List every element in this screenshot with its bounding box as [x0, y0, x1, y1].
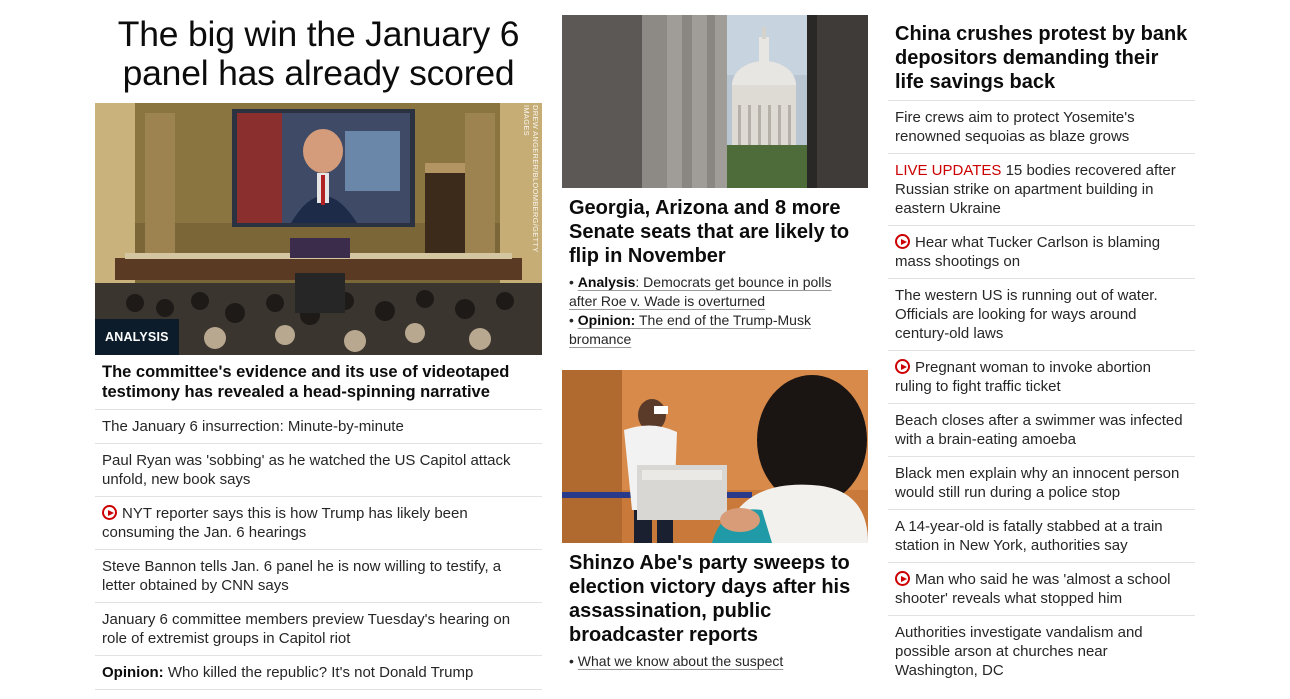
list-item[interactable]: LIVE UPDATES 15 bodies recovered after R…	[888, 154, 1195, 226]
opinion-prefix: Opinion:	[577, 312, 636, 328]
senate-related-links: • Analysis: Democrats get bounce in poll…	[562, 270, 868, 349]
bullet: •	[569, 274, 574, 290]
list-item[interactable]: Steve Bannon tells Jan. 6 panel he is no…	[95, 550, 542, 603]
related-link-text: What we know about the suspect	[577, 653, 784, 669]
hero-image[interactable]: DREW ANGERER/BLOOMBERG/GETTY IMAGES ANAL…	[95, 103, 542, 355]
senate-card: Georgia, Arizona and 8 more Senate seats…	[562, 0, 868, 349]
live-updates-label: LIVE UPDATES	[895, 162, 1002, 179]
right-column: China crushes protest by bank depositors…	[888, 0, 1195, 687]
list-item-text: Black men explain why an innocent person…	[895, 465, 1180, 501]
list-item-text: NYT reporter says this is how Trump has …	[102, 505, 468, 541]
play-circle-icon	[102, 505, 117, 520]
list-item[interactable]: A 14-year-old is fatally stabbed at a tr…	[888, 510, 1195, 563]
play-circle-icon	[895, 234, 910, 249]
list-item-text: Paul Ryan was 'sobbing' as he watched th…	[102, 452, 511, 488]
senate-headline[interactable]: Georgia, Arizona and 8 more Senate seats…	[562, 188, 868, 270]
list-item[interactable]: The January 6 insurrection: Minute-by-mi…	[95, 410, 542, 444]
list-item[interactable]: Authorities investigate vandalism and po…	[888, 616, 1195, 687]
list-item-text: The western US is running out of water. …	[895, 287, 1158, 342]
abe-headline[interactable]: Shinzo Abe's party sweeps to election vi…	[562, 543, 868, 649]
list-item-text: Who killed the republic? It's not Donald…	[167, 664, 474, 681]
list-item-text: The January 6 insurrection: Minute-by-mi…	[102, 418, 404, 435]
play-circle-icon	[895, 571, 910, 586]
list-item-text: A 14-year-old is fatally stabbed at a tr…	[895, 518, 1163, 554]
lead-story-column: The big win the January 6 panel has alre…	[95, 0, 542, 690]
bullet: •	[569, 653, 574, 669]
list-item-text: Authorities investigate vandalism and po…	[895, 624, 1143, 679]
list-item-text: January 6 committee members preview Tues…	[102, 611, 511, 647]
list-item-text: Man who said he was 'almost a school sho…	[895, 571, 1171, 607]
list-item[interactable]: Pregnant woman to invoke abortion ruling…	[888, 351, 1195, 404]
list-item[interactable]: Man who said he was 'almost a school sho…	[888, 563, 1195, 616]
capitol-image[interactable]	[562, 15, 868, 188]
related-link[interactable]: • Analysis: Democrats get bounce in poll…	[569, 273, 861, 311]
related-link[interactable]: • Opinion: The end of the Trump-Musk bro…	[569, 311, 861, 349]
analysis-prefix: Analysis	[577, 274, 636, 290]
list-item-text: Hear what Tucker Carlson is blaming mass…	[895, 234, 1161, 270]
list-item[interactable]: Fire crews aim to protect Yosemite's ren…	[888, 101, 1195, 154]
right-headline[interactable]: China crushes protest by bank depositors…	[888, 0, 1195, 101]
list-item[interactable]: Black men explain why an innocent person…	[888, 457, 1195, 510]
play-circle-icon	[895, 359, 910, 374]
list-item[interactable]: January 6 committee members preview Tues…	[95, 603, 542, 656]
list-item-text: Beach closes after a swimmer was infecte…	[895, 412, 1183, 448]
list-item-text: Fire crews aim to protect Yosemite's ren…	[895, 109, 1135, 145]
list-item[interactable]: Paul Ryan was 'sobbing' as he watched th…	[95, 444, 542, 497]
list-item[interactable]: The western US is running out of water. …	[888, 279, 1195, 351]
election-image[interactable]	[562, 370, 868, 543]
lead-caption[interactable]: The committee's evidence and its use of …	[95, 355, 542, 410]
bullet: •	[569, 312, 574, 328]
list-item[interactable]: Opinion: Who killed the republic? It's n…	[95, 656, 542, 690]
list-item[interactable]: NYT reporter says this is how Trump has …	[95, 497, 542, 550]
list-item[interactable]: Beach closes after a swimmer was infecte…	[888, 404, 1195, 457]
middle-column: Georgia, Arizona and 8 more Senate seats…	[562, 0, 868, 669]
list-item-text: Pregnant woman to invoke abortion ruling…	[895, 359, 1151, 395]
abe-related-links: • What we know about the suspect	[562, 649, 868, 671]
list-item[interactable]: Hear what Tucker Carlson is blaming mass…	[888, 226, 1195, 279]
related-link[interactable]: • What we know about the suspect	[569, 652, 861, 671]
list-item-text: Steve Bannon tells Jan. 6 panel he is no…	[102, 558, 502, 594]
opinion-label: Opinion:	[102, 664, 164, 681]
image-credit: DREW ANGERER/BLOOMBERG/GETTY IMAGES	[522, 105, 540, 253]
lead-headline[interactable]: The big win the January 6 panel has alre…	[95, 0, 542, 103]
abe-card: Shinzo Abe's party sweeps to election vi…	[562, 370, 868, 671]
analysis-label: ANALYSIS	[95, 319, 179, 355]
